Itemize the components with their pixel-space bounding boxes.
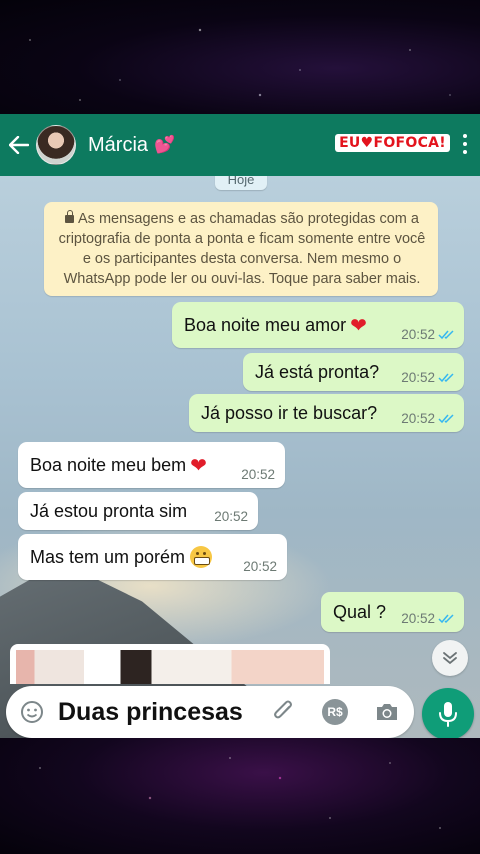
message-time: 20:52 bbox=[241, 467, 275, 482]
chat-area[interactable]: Hoje As mensagens e as chamadas são prot… bbox=[0, 170, 480, 738]
back-arrow-icon[interactable] bbox=[2, 114, 36, 176]
message-outgoing[interactable]: Já posso ir te buscar? 20:52 bbox=[189, 394, 464, 432]
message-time: 20:52 bbox=[401, 411, 456, 426]
message-text: Já posso ir te buscar? bbox=[201, 402, 378, 423]
lock-icon bbox=[65, 210, 75, 223]
heart-emoji: ❤ bbox=[350, 314, 367, 337]
message-incoming[interactable]: Mas tem um porém 20:52 bbox=[18, 534, 287, 580]
grimacing-face-emoji bbox=[190, 546, 213, 568]
image-message[interactable] bbox=[10, 644, 330, 684]
double-chevron-down-icon bbox=[443, 652, 457, 665]
scroll-to-bottom-button[interactable] bbox=[432, 640, 468, 676]
contact-avatar[interactable] bbox=[36, 125, 76, 165]
message-time: 20:52 bbox=[401, 327, 456, 342]
brand-heart: ♥ bbox=[360, 135, 374, 151]
read-ticks-icon bbox=[438, 372, 454, 382]
read-ticks-icon bbox=[438, 413, 454, 423]
message-outgoing[interactable]: Já está pronta? 20:52 bbox=[243, 353, 464, 391]
message-time: 20:52 bbox=[243, 559, 277, 574]
encryption-notice-text: As mensagens e as chamadas são protegida… bbox=[58, 211, 426, 287]
message-time: 20:52 bbox=[401, 611, 456, 626]
menu-dots-icon[interactable] bbox=[458, 131, 472, 157]
message-time: 20:52 bbox=[401, 370, 456, 385]
message-text: Mas tem um porém bbox=[30, 546, 186, 567]
read-ticks-icon bbox=[438, 329, 454, 339]
chat-header: Márcia 💕 EU♥FOFOCA! bbox=[0, 114, 480, 176]
heart-emoji: ❤ bbox=[190, 454, 207, 477]
image-thumbnail[interactable] bbox=[16, 650, 324, 684]
starfield-bottom bbox=[0, 738, 480, 854]
message-time: 20:52 bbox=[214, 509, 248, 524]
message-text: Já está pronta? bbox=[255, 361, 380, 382]
message-outgoing[interactable]: Boa noite meu amor ❤ 20:52 bbox=[172, 302, 464, 348]
message-text: Qual ? bbox=[333, 601, 387, 622]
message-text: Já estou pronta sim bbox=[30, 500, 188, 521]
message-text: Boa noite meu amor bbox=[184, 314, 347, 335]
name-hearts-emoji: 💕 bbox=[154, 135, 176, 154]
emoji-icon[interactable] bbox=[20, 700, 44, 724]
voice-message-button[interactable] bbox=[422, 688, 474, 738]
message-input[interactable]: Duas princesas bbox=[58, 698, 243, 727]
composer-actions: R$ bbox=[272, 699, 400, 725]
camera-icon[interactable] bbox=[374, 701, 400, 723]
payment-icon[interactable]: R$ bbox=[322, 699, 348, 725]
contact-name[interactable]: Márcia bbox=[88, 134, 148, 157]
message-outgoing[interactable]: Qual ? 20:52 bbox=[321, 592, 464, 632]
encryption-notice[interactable]: As mensagens e as chamadas são protegida… bbox=[44, 202, 438, 296]
brand-prefix: EU bbox=[339, 135, 361, 151]
whatsapp-chat-screen: Márcia 💕 EU♥FOFOCA! Hoje As mensagens e … bbox=[0, 114, 480, 738]
attach-icon[interactable] bbox=[272, 699, 296, 725]
read-ticks-icon bbox=[438, 613, 454, 623]
mic-icon bbox=[439, 702, 457, 727]
brand-watermark: EU♥FOFOCA! bbox=[335, 134, 450, 152]
brand-suffix: FOFOCA! bbox=[373, 135, 446, 151]
message-composer[interactable]: Duas princesas R$ bbox=[6, 686, 414, 738]
message-text: Boa noite meu bem bbox=[30, 454, 187, 475]
message-incoming[interactable]: Boa noite meu bem ❤ 20:52 bbox=[18, 442, 285, 488]
message-incoming[interactable]: Já estou pronta sim 20:52 bbox=[18, 492, 258, 530]
starfield-top bbox=[0, 0, 480, 114]
